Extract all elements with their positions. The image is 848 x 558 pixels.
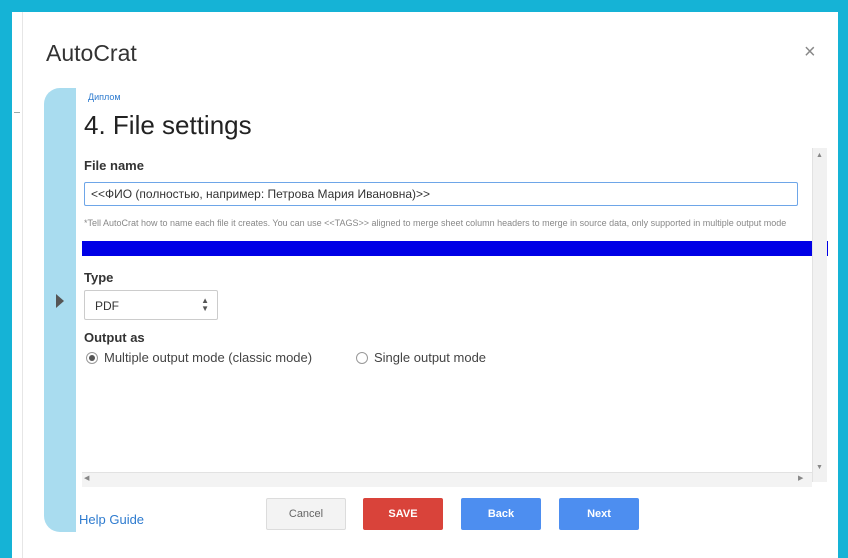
radio-single-label: Single output mode <box>374 350 487 365</box>
horizontal-scrollbar[interactable] <box>82 472 812 487</box>
step-nav-tab[interactable] <box>44 88 76 532</box>
scroll-up-icon[interactable]: ▲ <box>816 152 823 159</box>
scroll-right-icon[interactable]: ▶ <box>798 474 803 482</box>
next-button[interactable]: Next <box>559 498 639 530</box>
file-name-input[interactable] <box>84 182 798 206</box>
radio-unchecked-icon[interactable] <box>356 351 368 364</box>
help-guide-link[interactable]: Help Guide <box>79 512 144 527</box>
type-select-value: PDF <box>95 299 119 313</box>
select-arrows-icon: ▲ ▼ <box>201 296 209 313</box>
page-title: 4. File settings <box>84 110 252 140</box>
type-select[interactable]: PDF ▲ ▼ <box>84 290 218 320</box>
scroll-down-icon[interactable]: ▼ <box>816 464 823 471</box>
save-button[interactable]: SAVE <box>363 498 443 530</box>
vertical-scrollbar[interactable] <box>812 148 827 482</box>
radio-multiple-output[interactable]: Multiple output mode (classic mode) <box>86 350 312 365</box>
sheet-edge-mark <box>14 112 20 113</box>
cancel-button[interactable]: Cancel <box>266 498 346 530</box>
type-label: Type <box>84 270 114 285</box>
close-icon[interactable]: × <box>804 42 816 62</box>
expand-arrow-icon[interactable] <box>56 294 64 308</box>
autocrat-dialog: AutoCrat × Диплом 4. File settings File … <box>12 12 838 558</box>
output-label: Output as <box>84 330 145 345</box>
file-name-hint: *Tell AutoCrat how to name each file it … <box>84 218 787 228</box>
radio-checked-icon[interactable] <box>86 351 98 364</box>
scroll-left-icon[interactable]: ◀ <box>84 474 89 482</box>
radio-multiple-label: Multiple output mode (classic mode) <box>104 350 313 365</box>
breadcrumb[interactable]: Диплом <box>88 92 121 102</box>
file-name-label: File name <box>84 158 144 173</box>
settings-panel <box>76 88 828 488</box>
radio-single-output[interactable]: Single output mode <box>356 350 486 365</box>
highlight-bar <box>82 241 828 256</box>
dialog-title: AutoCrat <box>46 40 137 66</box>
back-button[interactable]: Back <box>461 498 541 530</box>
background-sheet-edge <box>12 12 23 558</box>
